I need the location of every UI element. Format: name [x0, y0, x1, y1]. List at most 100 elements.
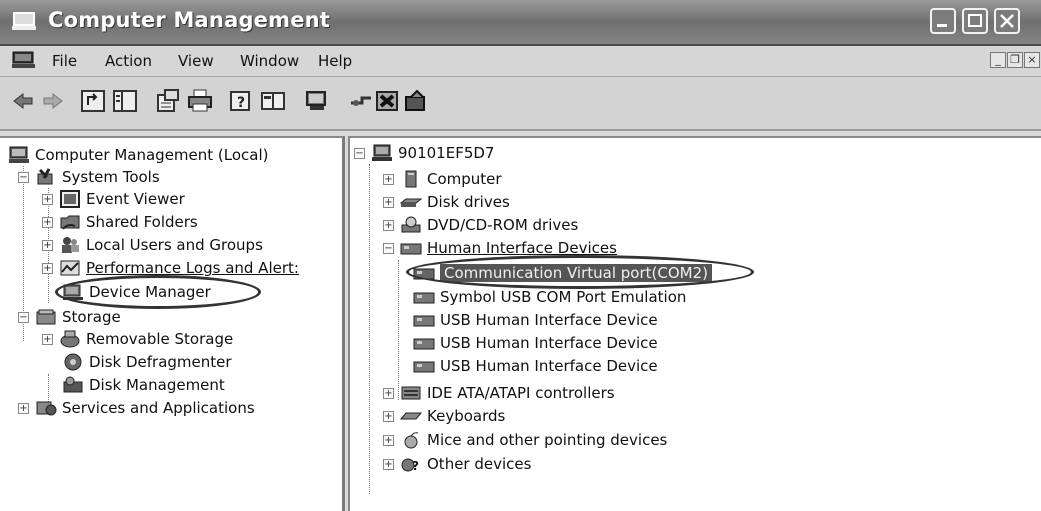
maximize-icon: [968, 14, 982, 27]
tree-item-services-applications[interactable]: + Services and Applications: [18, 397, 255, 419]
expand-toggle[interactable]: +: [42, 262, 53, 274]
keyboard-icon: [400, 412, 422, 420]
tree-item-usb-hid-2[interactable]: USB Human Interface Device: [413, 332, 658, 354]
tree-item-keyboards[interactable]: + Keyboards: [383, 405, 505, 427]
expand-toggle[interactable]: +: [383, 387, 394, 399]
menu-action[interactable]: Action: [105, 52, 152, 70]
expand-toggle[interactable]: +: [383, 196, 394, 208]
tree-item-computer[interactable]: + Computer: [383, 168, 502, 190]
tree-label: Event Viewer: [86, 190, 185, 208]
device-tree-pane[interactable]: − 90101EF5D7 + Computer + Disk drives + …: [348, 136, 1041, 511]
expand-toggle[interactable]: +: [42, 239, 53, 251]
tree-item-other-devices[interactable]: + ? Other devices: [383, 453, 531, 475]
tree-item-disk-management[interactable]: Disk Management: [62, 374, 225, 396]
expand-toggle[interactable]: +: [42, 333, 53, 345]
disk-defragmenter-icon: [64, 353, 82, 371]
tree-label: Other devices: [427, 455, 532, 473]
tree-item-computer-management-local[interactable]: Computer Management (Local): [8, 144, 269, 166]
tree-label: IDE ATA/ATAPI controllers: [427, 384, 615, 402]
hid-device-icon: [413, 315, 435, 327]
tree-label: Disk drives: [427, 193, 510, 211]
performance-logs-icon: [60, 260, 80, 276]
tree-item-local-users-groups[interactable]: + Local Users and Groups: [42, 234, 263, 256]
scan-hardware-icon: [306, 91, 326, 110]
maximize-button[interactable]: [962, 8, 988, 34]
mdi-minimize-button[interactable]: _: [990, 52, 1006, 68]
expand-toggle[interactable]: +: [42, 216, 53, 228]
tree-label: Computer: [427, 170, 502, 188]
tree-label: Computer Management (Local): [35, 146, 269, 164]
forward-button[interactable]: [40, 89, 66, 113]
expand-toggle[interactable]: +: [383, 173, 394, 185]
tree-item-ide-controllers[interactable]: + IDE ATA/ATAPI controllers: [383, 382, 615, 404]
tree-item-symbol-usb-com[interactable]: Symbol USB COM Port Emulation: [413, 286, 686, 308]
tree-label: USB Human Interface Device: [440, 334, 658, 352]
expand-toggle[interactable]: +: [18, 402, 29, 414]
tree-item-usb-hid-3[interactable]: USB Human Interface Device: [413, 355, 658, 377]
close-icon: [1000, 14, 1014, 28]
minimize-button[interactable]: [930, 8, 956, 34]
uninstall-button[interactable]: [375, 89, 401, 113]
tree-label: Keyboards: [427, 407, 506, 425]
disable-device-button[interactable]: [348, 89, 374, 113]
menu-help[interactable]: Help: [318, 52, 352, 70]
hid-device-icon: [413, 338, 435, 350]
system-tools-icon: [37, 168, 53, 185]
tree-item-dvd-drives[interactable]: + DVD/CD-ROM drives: [383, 214, 578, 236]
tree-label: USB Human Interface Device: [440, 311, 658, 329]
tree-label: Local Users and Groups: [86, 236, 263, 254]
computer-category-icon: [405, 170, 417, 188]
collapse-toggle[interactable]: −: [18, 311, 29, 323]
back-button[interactable]: [10, 89, 36, 113]
tree-item-event-viewer[interactable]: + Event Viewer: [42, 188, 185, 210]
expand-toggle[interactable]: +: [383, 458, 394, 470]
expand-toggle[interactable]: +: [383, 410, 394, 422]
tree-item-removable-storage[interactable]: + Removable Storage: [42, 328, 233, 350]
tree-item-system-tools[interactable]: − System Tools: [18, 166, 160, 188]
title-bar[interactable]: Computer Management: [0, 0, 1041, 46]
collapse-toggle[interactable]: −: [383, 242, 394, 254]
tree-label: Disk Defragmenter: [89, 353, 232, 371]
print-icon: [188, 89, 212, 112]
tree-item-shared-folders[interactable]: + Shared Folders: [42, 211, 198, 233]
tree-item-usb-hid-1[interactable]: USB Human Interface Device: [413, 309, 658, 331]
console-button[interactable]: [260, 89, 286, 113]
expand-toggle[interactable]: +: [383, 219, 394, 231]
computer-management-icon: [12, 12, 36, 30]
show-hide-tree-button[interactable]: [112, 89, 138, 113]
tree-item-mice[interactable]: + Mice and other pointing devices: [383, 429, 667, 451]
scan-hardware-button[interactable]: [305, 89, 331, 113]
menu-view[interactable]: View: [178, 52, 214, 70]
expand-toggle[interactable]: +: [42, 193, 53, 205]
tree-item-disk-drives[interactable]: + Disk drives: [383, 191, 510, 213]
mdi-close-button[interactable]: ×: [1024, 52, 1040, 68]
close-button[interactable]: [994, 8, 1020, 34]
expand-toggle[interactable]: +: [383, 434, 394, 446]
tree-item-disk-defragmenter[interactable]: Disk Defragmenter: [62, 351, 232, 373]
collapse-toggle[interactable]: −: [354, 147, 365, 159]
properties-button[interactable]: [155, 89, 181, 113]
collapse-toggle[interactable]: −: [18, 171, 29, 183]
console-tree-pane[interactable]: Computer Management (Local) − System Too…: [0, 136, 345, 511]
tree-item-storage[interactable]: − Storage: [18, 306, 121, 328]
up-level-button[interactable]: [80, 89, 106, 113]
menu-bar: File Action View Window Help _ ❐ ×: [0, 46, 1041, 77]
tree-label: System Tools: [62, 168, 160, 186]
tree-label: USB Human Interface Device: [440, 357, 658, 375]
tree-label: Mice and other pointing devices: [427, 431, 668, 449]
tree-item-computer-root[interactable]: − 90101EF5D7: [354, 142, 494, 164]
mmc-document-icon[interactable]: [12, 51, 36, 69]
mdi-restore-button[interactable]: ❐: [1007, 52, 1023, 68]
toolbar: ?: [0, 77, 1041, 131]
print-button[interactable]: [187, 89, 213, 113]
com2-highlight-oval: [406, 255, 754, 289]
hid-device-icon: [413, 361, 435, 373]
help-button[interactable]: ?: [228, 89, 254, 113]
menu-window[interactable]: Window: [240, 52, 299, 70]
uninstall-icon: [376, 91, 398, 111]
removable-storage-icon: [60, 330, 80, 348]
update-driver-button[interactable]: [403, 89, 429, 113]
menu-file[interactable]: File: [52, 52, 77, 70]
disable-icon: [351, 96, 371, 106]
tree-label: 90101EF5D7: [398, 144, 495, 162]
